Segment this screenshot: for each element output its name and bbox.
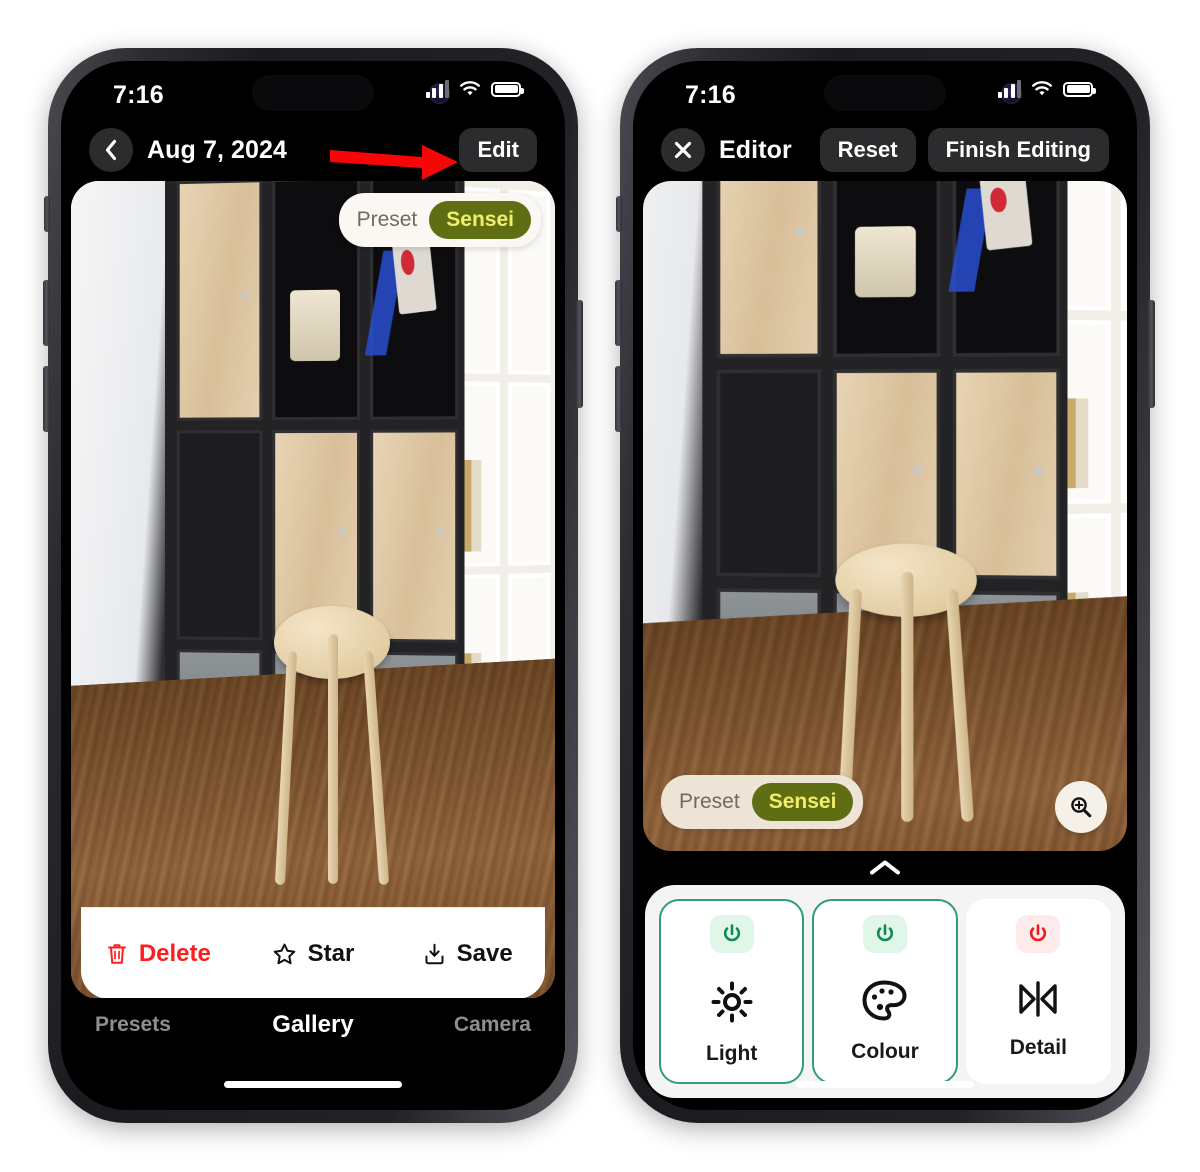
save-label: Save [457,940,513,968]
power-icon [1027,923,1049,945]
cellular-bars-icon [426,80,450,98]
action-bar: Delete Star Save [81,907,545,999]
power-icon [721,923,743,945]
editor-title: Editor [719,136,792,165]
preset-label: Preset [357,208,418,232]
preset-label: Preset [679,790,740,814]
close-editor-button[interactable] [661,128,705,172]
battery-full-icon [491,82,521,97]
panel-handle[interactable] [633,851,1137,885]
phone-right: 7:16 Editor Reset Finish Editing Preset … [620,48,1150,1123]
home-indicator[interactable] [224,1081,402,1088]
preset-value-badge: Sensei [429,201,531,239]
close-x-icon [672,139,694,161]
status-time: 7:16 [685,81,736,110]
detail-icon [1013,979,1063,1024]
save-download-icon [423,942,446,966]
photo-preview[interactable]: Preset Sensei [71,181,555,999]
status-indicators [426,80,522,98]
nav-bar-right: Editor Reset Finish Editing [633,119,1137,181]
volume-down-button[interactable] [615,366,622,432]
tab-presets[interactable]: Presets [95,1013,240,1037]
light-power-toggle[interactable] [710,915,754,953]
cellular-bars-icon [998,80,1022,98]
photo-card-left[interactable]: Preset Sensei Delete Star Save [71,181,555,999]
status-bar-left: 7:16 [61,61,565,119]
phone-left: 7:16 Aug 7, 2024 Edit Preset Sensei Dele… [48,48,578,1123]
star-button[interactable]: Star [236,940,391,968]
power-button[interactable] [576,300,583,408]
zoom-in-button[interactable] [1055,781,1107,833]
tab-camera[interactable]: Camera [386,1013,531,1037]
wifi-icon [1030,80,1054,98]
photo-editor-canvas[interactable]: Preset Sensei [643,181,1127,851]
star-label: Star [308,940,355,968]
magnifier-plus-icon [1068,794,1094,820]
silence-switch[interactable] [616,196,622,232]
silence-switch[interactable] [44,196,50,232]
dynamic-island [824,75,946,111]
delete-button[interactable]: Delete [81,940,236,968]
preset-pill[interactable]: Preset Sensei [339,193,541,247]
palette-icon [861,979,909,1028]
sun-icon [709,979,755,1030]
preset-pill[interactable]: Preset Sensei [661,775,863,829]
home-indicator[interactable] [796,1081,974,1088]
phone-left-screen: 7:16 Aug 7, 2024 Edit Preset Sensei Dele… [61,61,565,1110]
dynamic-island [252,75,374,111]
volume-down-button[interactable] [43,366,50,432]
delete-label: Delete [139,940,211,968]
battery-full-icon [1063,82,1093,97]
chevron-left-icon [103,138,119,162]
chevron-up-icon [868,858,902,878]
status-bar-right: 7:16 [633,61,1137,119]
edit-button[interactable]: Edit [459,128,537,172]
page-title: Aug 7, 2024 [147,136,287,165]
screenshot-stage: 7:16 Aug 7, 2024 Edit Preset Sensei Dele… [0,0,1200,1172]
colour-power-toggle[interactable] [863,915,907,953]
star-icon [272,942,297,966]
tool-card-colour[interactable]: Colour [812,899,957,1084]
status-indicators [998,80,1094,98]
editor-nav-actions: Reset Finish Editing [820,128,1109,172]
volume-up-button[interactable] [43,280,50,346]
power-button[interactable] [1148,300,1155,408]
editor-tool-panel: Light Colour Detail [645,885,1125,1098]
phone-right-screen: 7:16 Editor Reset Finish Editing Preset … [633,61,1137,1110]
tool-card-detail[interactable]: Detail [966,899,1111,1084]
back-button[interactable] [89,128,133,172]
tool-card-light[interactable]: Light [659,899,804,1084]
wifi-icon [458,80,482,98]
volume-up-button[interactable] [615,280,622,346]
save-button[interactable]: Save [390,940,545,968]
power-icon [874,923,896,945]
preset-value-badge: Sensei [752,783,854,821]
photo-scene [71,181,555,999]
finish-editing-button[interactable]: Finish Editing [928,128,1109,172]
tool-label-colour: Colour [851,1040,919,1064]
annotation-arrow [330,140,460,191]
tool-label-detail: Detail [1010,1036,1067,1060]
nav-bar-left: Aug 7, 2024 Edit [61,119,565,181]
detail-power-toggle[interactable] [1016,915,1060,953]
reset-button[interactable]: Reset [820,128,916,172]
trash-icon [106,942,128,966]
photo-scene [643,181,1127,851]
photo-card-right[interactable]: Preset Sensei [643,181,1127,851]
arrow-right-icon [330,140,460,186]
tab-gallery[interactable]: Gallery [240,1011,385,1039]
tab-bar: Presets Gallery Camera [61,998,565,1052]
tool-label-light: Light [706,1042,757,1066]
status-time: 7:16 [113,81,164,110]
photo-stool [274,606,390,884]
photo-stool [836,544,978,822]
